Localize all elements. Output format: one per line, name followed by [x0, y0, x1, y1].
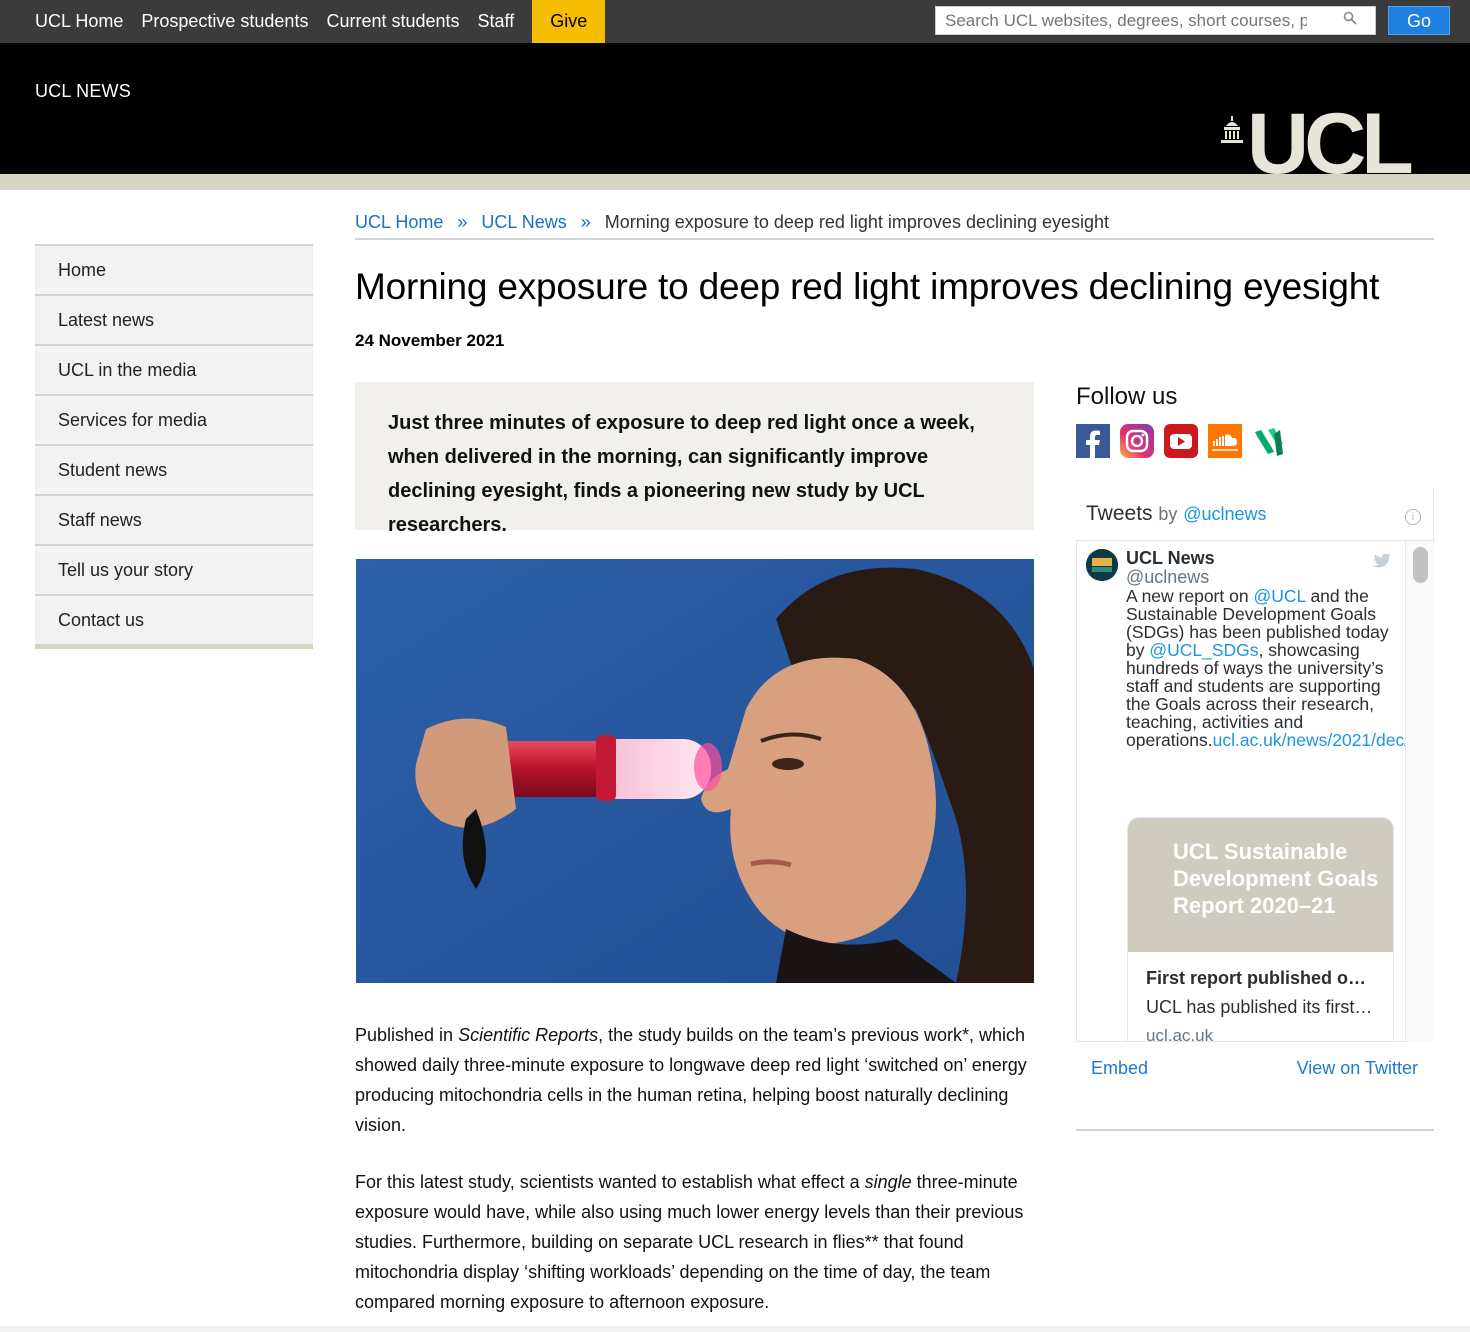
tweets-handle-link[interactable]: @uclnews	[1183, 504, 1266, 524]
breadcrumb: UCL Home » UCL News » Morning exposure t…	[355, 212, 1434, 240]
tweet-card-url: ucl.ac.uk	[1146, 1026, 1214, 1042]
tweet-mention-ucl[interactable]: @UCL	[1253, 586, 1305, 606]
twitter-timeline-footer: Embed View on Twitter	[1076, 1042, 1434, 1131]
journal-name: Scientific Reports	[458, 1025, 599, 1045]
header-stripe	[0, 174, 1470, 190]
tweet-card-image: UCL Sustainable Development Goals Report…	[1128, 818, 1393, 952]
tweet-card-title: First report published o…	[1146, 968, 1367, 988]
tweet-text-part: A new report on	[1126, 586, 1254, 606]
tweet-author-handle[interactable]: @uclnews	[1126, 567, 1209, 588]
search-go-button[interactable]: Go	[1388, 6, 1450, 35]
nav-current-students[interactable]: Current students	[317, 0, 468, 43]
global-nav: UCL Home Prospective students Current st…	[0, 0, 606, 43]
breadcrumb-ucl-news[interactable]: UCL News	[481, 212, 566, 233]
avatar[interactable]	[1086, 549, 1118, 581]
nav-staff[interactable]: Staff	[469, 0, 524, 43]
info-icon[interactable]: i	[1405, 509, 1421, 525]
ucl-news-avatar-icon	[1086, 549, 1118, 581]
tweet-text: A new report on @UCL and the Sustainable…	[1126, 586, 1427, 749]
sidebar-item-tell-us-your-story[interactable]: Tell us your story	[35, 544, 313, 594]
social-icons	[1076, 424, 1286, 458]
page-bottom-edge	[0, 1326, 1470, 1332]
section-nav: Home Latest news UCL in the media Servic…	[35, 244, 313, 649]
breadcrumb-separator: »	[457, 212, 468, 232]
twitter-bird-icon[interactable]	[1373, 553, 1391, 569]
article-paragraph-1: Published in Scientific Reports, the stu…	[355, 1020, 1035, 1140]
tweet-author-name[interactable]: UCL News	[1126, 548, 1215, 569]
section-title[interactable]: UCL NEWS	[35, 81, 131, 102]
view-on-twitter-link[interactable]: View on Twitter	[1297, 1058, 1418, 1079]
follow-us-heading: Follow us	[1076, 383, 1178, 410]
article-paragraph-2: For this latest study, scientists wanted…	[355, 1167, 1035, 1317]
search-input[interactable]	[936, 7, 1316, 34]
sidebar-item-home[interactable]: Home	[35, 244, 313, 294]
instagram-icon[interactable]	[1120, 424, 1154, 458]
tweet-link-card[interactable]: UCL Sustainable Development Goals Report…	[1127, 817, 1394, 1042]
tweets-title: Tweets	[1086, 502, 1153, 525]
sidebar-item-contact-us[interactable]: Contact us	[35, 594, 313, 644]
sidebar-item-student-news[interactable]: Student news	[35, 444, 313, 494]
tweet-mention-ucl-sdgs[interactable]: @UCL_SDGs	[1149, 640, 1258, 660]
facebook-icon[interactable]	[1076, 424, 1110, 458]
search-box	[935, 6, 1376, 35]
breadcrumb-separator: »	[580, 212, 591, 232]
paragraph-text: For this latest study, scientists wanted…	[355, 1172, 865, 1192]
paragraph-text: three-minute exposure would have, while …	[355, 1172, 1024, 1312]
embed-link[interactable]: Embed	[1091, 1058, 1148, 1079]
timeline-scrollbar[interactable]	[1405, 541, 1434, 1042]
sidebar-item-staff-news[interactable]: Staff news	[35, 494, 313, 544]
site-header: UCL NEWS UCL	[0, 43, 1470, 187]
article-photo	[356, 559, 1034, 983]
sidebar-item-latest-news[interactable]: Latest news	[35, 294, 313, 344]
paragraph-text: Published in	[355, 1025, 459, 1045]
nav-ucl-home[interactable]: UCL Home	[0, 0, 132, 43]
twitter-timeline: Tweets by @uclnews i UCL News @uclnews A…	[1076, 490, 1434, 1042]
breadcrumb-ucl-home[interactable]: UCL Home	[355, 212, 443, 233]
tweet-feed[interactable]: UCL News @uclnews A new report on @UCL a…	[1076, 540, 1434, 1042]
tweet-link[interactable]: ucl.ac.uk/news/2021/dec/…	[1213, 730, 1427, 750]
ucl-portico-icon	[1221, 116, 1243, 143]
soundcloud-icon[interactable]	[1208, 424, 1242, 458]
medium-icon[interactable]	[1252, 424, 1286, 458]
breadcrumb-current: Morning exposure to deep red light impro…	[604, 212, 1110, 232]
tweet-card-image-caption: UCL Sustainable Development Goals Report…	[1173, 839, 1379, 918]
emphasis-text: single	[864, 1172, 912, 1192]
article-standfirst: Just three minutes of exposure to deep r…	[355, 382, 1034, 536]
tweets-by: by	[1158, 504, 1178, 524]
youtube-icon[interactable]	[1164, 424, 1198, 458]
global-top-bar: UCL Home Prospective students Current st…	[0, 0, 1470, 43]
search-icon[interactable]	[1343, 11, 1357, 25]
tweet-card-description: UCL has published its first…	[1146, 997, 1373, 1017]
page-title: Morning exposure to deep red light impro…	[355, 266, 1380, 307]
give-button[interactable]: Give	[532, 0, 606, 43]
nav-prospective-students[interactable]: Prospective students	[132, 0, 317, 43]
sidebar-bottom-border	[35, 644, 313, 649]
tweets-heading: Tweets by @uclnews	[1086, 502, 1267, 526]
sidebar-item-ucl-in-the-media[interactable]: UCL in the media	[35, 344, 313, 394]
scrollbar-thumb[interactable]	[1413, 547, 1428, 583]
article-date: 24 November 2021	[355, 331, 505, 350]
sidebar-item-services-for-media[interactable]: Services for media	[35, 394, 313, 444]
